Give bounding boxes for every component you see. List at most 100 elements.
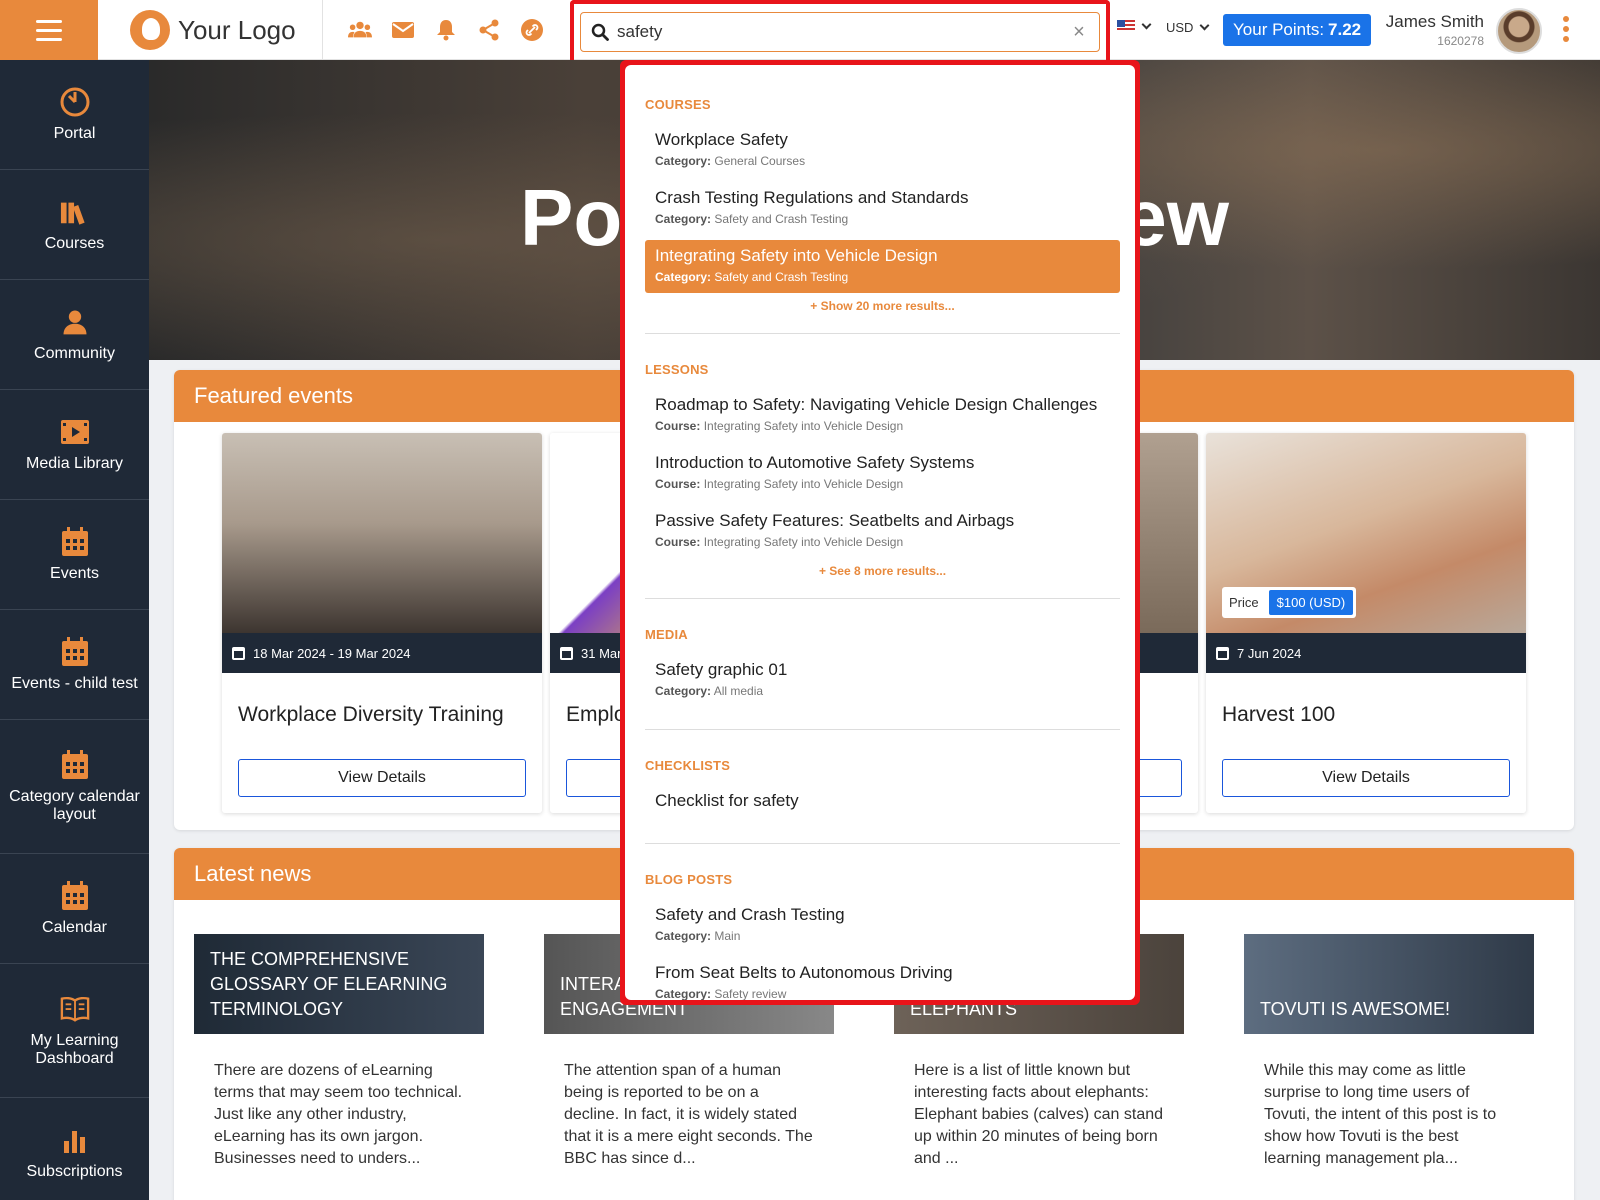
- result-meta: Category: Main: [655, 929, 741, 943]
- more-options-icon[interactable]: [1563, 16, 1571, 42]
- hamburger-icon: [36, 19, 62, 41]
- event-date: 18 Mar 2024 - 19 Mar 2024: [222, 633, 542, 673]
- event-card[interactable]: 18 Mar 2024 - 19 Mar 2024 Workplace Dive…: [222, 433, 542, 813]
- sidebar-item-my-learning-dashboard[interactable]: My Learning Dashboard: [0, 964, 149, 1098]
- price-label: Price: [1229, 595, 1259, 610]
- news-card[interactable]: TOVUTI IS AWESOME! While this may come a…: [1244, 934, 1534, 1200]
- plus-icon: +: [810, 299, 821, 313]
- news-card[interactable]: THE COMPREHENSIVE GLOSSARY OF ELEARNING …: [194, 934, 484, 1200]
- bell-icon[interactable]: [434, 18, 458, 42]
- user-info[interactable]: James Smith 1620278: [1380, 12, 1484, 48]
- sidebar-item-calendar[interactable]: Calendar: [0, 854, 149, 964]
- search-results-highlight: COURSES Workplace Safety Category: Gener…: [620, 60, 1140, 1005]
- sidebar-item-label: Events: [50, 564, 99, 582]
- sidebar-item-label: My Learning Dashboard: [30, 1031, 119, 1067]
- sidebar-item-media-library[interactable]: Media Library: [0, 390, 149, 500]
- search-result-lesson[interactable]: Passive Safety Features: Seatbelts and A…: [645, 505, 1120, 558]
- see-more-lessons-link[interactable]: + See 8 more results...: [645, 564, 1120, 578]
- sidebar-item-label: Events - child test: [11, 674, 138, 692]
- points-button[interactable]: Your Points: 7.22: [1223, 14, 1372, 46]
- sidebar: Portal Courses Community Media Library E…: [0, 60, 149, 1200]
- search-result-checklist[interactable]: Checklist for safety: [645, 785, 1120, 819]
- search-result-course[interactable]: Workplace Safety Category: General Cours…: [645, 124, 1120, 177]
- results-group-checklists: CHECKLISTS: [645, 758, 731, 773]
- calendar-icon: [60, 526, 90, 557]
- language-selector[interactable]: [1117, 19, 1152, 32]
- sidebar-item-courses[interactable]: Courses: [0, 170, 149, 280]
- search-result-lesson[interactable]: Introduction to Automotive Safety System…: [645, 447, 1120, 500]
- result-title: Crash Testing Regulations and Standards: [655, 188, 969, 207]
- sidebar-item-label: Subscriptions: [26, 1162, 123, 1180]
- logo-icon: [130, 10, 170, 50]
- result-title: Safety graphic 01: [655, 660, 788, 679]
- search-icon: [591, 23, 609, 41]
- show-more-courses-link[interactable]: + Show 20 more results...: [645, 299, 1120, 313]
- divider: [645, 333, 1120, 334]
- calendar-icon: [60, 636, 90, 667]
- event-title: Harvest 100: [1222, 703, 1336, 726]
- event-image: [222, 433, 542, 633]
- price-value: $100 (USD): [1268, 590, 1354, 615]
- results-group-courses: COURSES: [645, 97, 711, 112]
- community-icon: [60, 307, 90, 337]
- menu-toggle-button[interactable]: [0, 0, 98, 60]
- view-details-button[interactable]: View Details: [238, 759, 526, 797]
- sidebar-item-subscriptions[interactable]: Subscriptions: [0, 1098, 149, 1200]
- portal-icon: [60, 87, 90, 117]
- avatar[interactable]: [1496, 8, 1542, 54]
- results-group-lessons: LESSONS: [645, 362, 709, 377]
- search-result-course[interactable]: Crash Testing Regulations and Standards …: [645, 182, 1120, 235]
- news-excerpt: The attention span of a human being is r…: [564, 1062, 813, 1167]
- search-result-media[interactable]: Safety graphic 01 Category: All media: [645, 654, 1120, 707]
- logo[interactable]: Your Logo: [130, 10, 326, 50]
- clear-search-icon[interactable]: ×: [1069, 21, 1089, 44]
- result-meta: Category: Safety and Crash Testing: [655, 270, 849, 284]
- link-icon[interactable]: [520, 18, 544, 42]
- price-tag: Price $100 (USD): [1222, 587, 1357, 618]
- search-result-blog-post[interactable]: From Seat Belts to Autonomous Driving Ca…: [645, 957, 1120, 1000]
- chevron-down-icon: [1141, 19, 1152, 29]
- points-value: 7.22: [1328, 20, 1362, 39]
- search-result-course-active[interactable]: Integrating Safety into Vehicle Design C…: [645, 240, 1120, 293]
- result-meta: Course: Integrating Safety into Vehicle …: [655, 535, 904, 549]
- user-id: 1620278: [1437, 34, 1484, 48]
- top-bar: Your Logo × USD Your Points:: [0, 0, 1600, 60]
- calendar-icon: [560, 646, 573, 660]
- divider: [322, 0, 323, 60]
- view-details-button[interactable]: View Details: [1222, 759, 1510, 797]
- news-image: THE COMPREHENSIVE GLOSSARY OF ELEARNING …: [194, 934, 484, 1034]
- event-title: Workplace Diversity Training: [238, 703, 504, 726]
- calendar-icon: [1216, 646, 1229, 660]
- share-icon[interactable]: [477, 18, 501, 42]
- news-image: TOVUTI IS AWESOME!: [1244, 934, 1534, 1034]
- sidebar-item-category-calendar-layout[interactable]: Category calendar layout: [0, 720, 149, 854]
- sidebar-item-events[interactable]: Events: [0, 500, 149, 610]
- search-input[interactable]: [617, 22, 1069, 42]
- sidebar-item-label: Portal: [53, 124, 96, 142]
- currency-selector[interactable]: USD: [1166, 20, 1210, 35]
- logo-text: Your Logo: [178, 14, 296, 45]
- mail-icon[interactable]: [391, 18, 415, 42]
- event-card[interactable]: Price $100 (USD) 7 Jun 2024 Harvest 100 …: [1206, 433, 1526, 813]
- result-meta: Course: Integrating Safety into Vehicle …: [655, 419, 904, 433]
- sidebar-item-portal[interactable]: Portal: [0, 60, 149, 170]
- search-result-lesson[interactable]: Roadmap to Safety: Navigating Vehicle De…: [645, 389, 1120, 442]
- currency-label: USD: [1166, 20, 1194, 35]
- event-image: Price $100 (USD): [1206, 433, 1526, 633]
- sidebar-item-events-child-test[interactable]: Events - child test: [0, 610, 149, 720]
- divider: [645, 598, 1120, 599]
- sidebar-item-community[interactable]: Community: [0, 280, 149, 390]
- search-field[interactable]: ×: [580, 12, 1100, 52]
- result-title: Roadmap to Safety: Navigating Vehicle De…: [655, 395, 1098, 414]
- users-icon[interactable]: [348, 18, 372, 42]
- calendar-icon: [60, 880, 90, 911]
- chevron-down-icon: [1200, 20, 1210, 31]
- news-excerpt: While this may come as little surprise t…: [1264, 1062, 1497, 1167]
- result-meta: Category: General Courses: [655, 154, 806, 168]
- calendar-icon: [60, 749, 90, 780]
- search-results-dropdown: COURSES Workplace Safety Category: Gener…: [625, 65, 1135, 1000]
- event-date-text: 31 Mar: [581, 645, 622, 661]
- search-result-blog-post[interactable]: Safety and Crash Testing Category: Main: [645, 899, 1120, 952]
- bar-chart-icon: [60, 1125, 90, 1155]
- hero-title-left: Po: [520, 173, 623, 262]
